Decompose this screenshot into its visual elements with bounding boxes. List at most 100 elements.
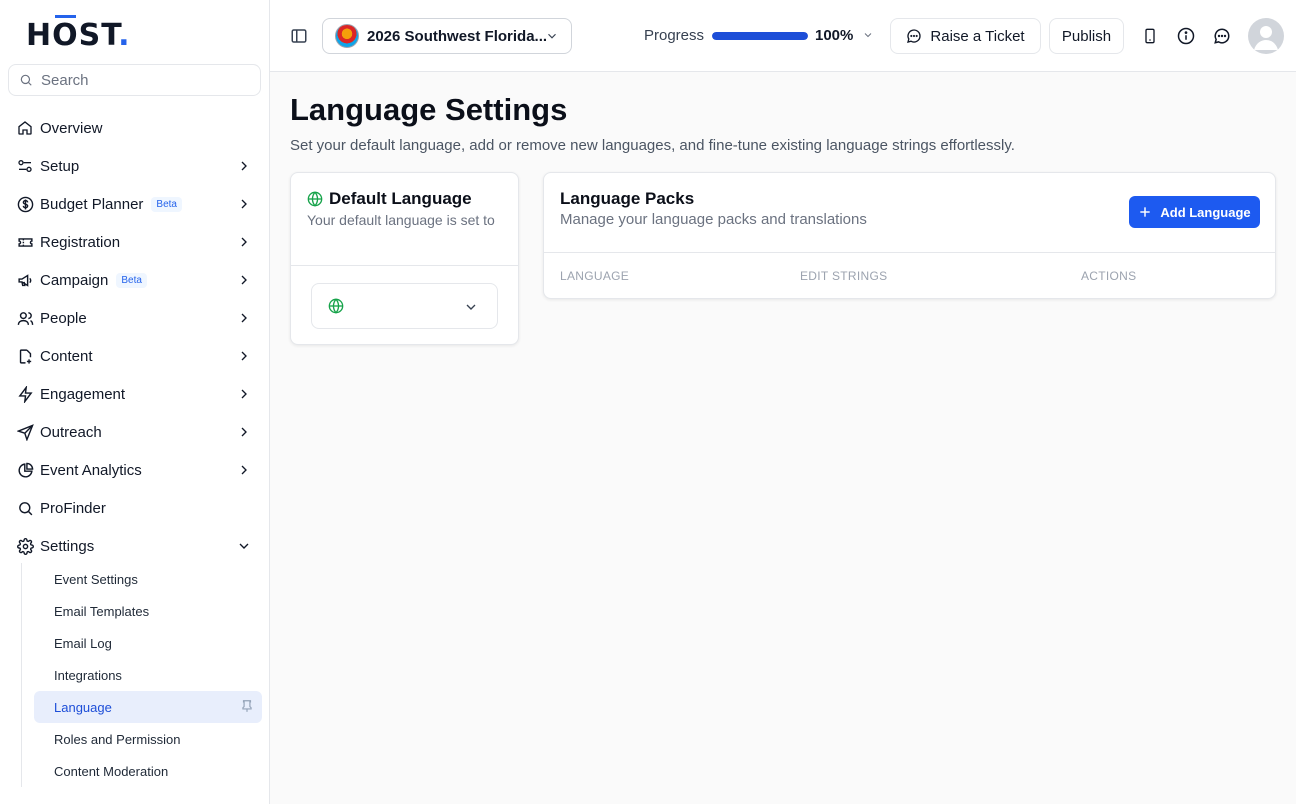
user-avatar[interactable] <box>1248 18 1284 54</box>
sidebar-item-label: Event Analytics <box>40 461 142 479</box>
chevron-down-icon[interactable] <box>862 29 874 41</box>
page-title: Language Settings <box>290 92 568 127</box>
progress-label: Progress <box>644 27 705 44</box>
chevron-right-icon <box>241 389 247 399</box>
sidebar-item-label: People <box>40 309 87 327</box>
beta-badge: Beta <box>151 196 182 212</box>
sidebar-item-label: Budget Planner <box>40 195 144 213</box>
add-language-button[interactable]: Add Language <box>1129 196 1260 228</box>
mobile-preview-icon[interactable] <box>1140 26 1160 46</box>
sidebar-item-label: Campaign <box>40 271 109 289</box>
search-icon <box>20 74 32 86</box>
subnav-item-email-log[interactable]: Email Log <box>34 627 262 659</box>
user-icon <box>1254 26 1278 50</box>
search-input[interactable] <box>41 71 241 89</box>
sidebar-item-setup[interactable]: Setup <box>0 147 270 185</box>
chevron-down-icon <box>548 33 556 39</box>
pie-chart-icon <box>16 461 34 479</box>
pin-icon[interactable] <box>240 699 254 713</box>
subnav-item-content-moderation[interactable]: Content Moderation <box>34 755 262 787</box>
sliders-icon <box>16 157 34 175</box>
event-logo <box>335 24 359 48</box>
chevron-right-icon <box>241 199 247 209</box>
subnav-item-language[interactable]: Language <box>34 691 262 723</box>
search-icon <box>16 499 34 517</box>
page-subtitle: Set your default language, add or remove… <box>290 137 1015 154</box>
chevron-right-icon <box>241 351 247 361</box>
column-header-language: LANGUAGE <box>560 269 630 283</box>
sidebar-item-registration[interactable]: Registration <box>0 223 270 261</box>
chevron-right-icon <box>241 465 247 475</box>
ticket-icon <box>16 233 34 251</box>
megaphone-icon <box>16 271 34 289</box>
search-box[interactable] <box>8 64 261 96</box>
raise-ticket-label: Raise a Ticket <box>930 27 1025 45</box>
sidebar-item-profinder[interactable]: ProFinder <box>0 489 270 527</box>
host-logo[interactable]: HOST. <box>26 18 131 53</box>
default-language-description: Your default language is set to <box>307 212 495 228</box>
globe-icon <box>328 298 344 314</box>
chevron-right-icon <box>241 237 247 247</box>
sidebar-item-label: Overview <box>40 119 103 137</box>
chevron-down-icon <box>466 304 476 310</box>
plus-icon <box>1140 207 1151 217</box>
sidebar-item-overview[interactable]: Overview <box>0 109 270 147</box>
sidebar-item-label: ProFinder <box>40 499 106 517</box>
raise-ticket-button[interactable]: Raise a Ticket <box>890 18 1041 54</box>
language-packs-card: Language Packs Manage your language pack… <box>543 172 1276 299</box>
top-bar: 2026 Southwest Florida... Progress 100% … <box>270 0 1296 72</box>
default-language-title: Default Language <box>329 189 472 208</box>
sidebar-item-label: Engagement <box>40 385 126 403</box>
logo-dot: . <box>118 18 131 53</box>
sidebar-item-settings[interactable]: Settings <box>0 527 270 565</box>
default-language-card: Default Language Your default language i… <box>290 172 519 345</box>
sidebar-item-label: Settings <box>40 537 95 555</box>
chevron-down-icon <box>239 543 249 549</box>
sidebar-item-label: Content <box>40 347 93 365</box>
language-packs-title: Language Packs <box>560 189 695 208</box>
sidebar-toggle-icon[interactable] <box>290 27 308 45</box>
sidebar-item-outreach[interactable]: Outreach <box>0 413 270 451</box>
sidebar-item-people[interactable]: People <box>0 299 270 337</box>
settings-subnav: Event Settings Email Templates Email Log… <box>21 563 262 787</box>
subnav-item-integrations[interactable]: Integrations <box>34 659 262 691</box>
subnav-item-label: Language <box>54 699 112 715</box>
sidebar-item-content[interactable]: Content <box>0 337 270 375</box>
send-icon <box>16 423 34 441</box>
sidebar-item-campaign[interactable]: Campaign Beta <box>0 261 270 299</box>
event-selector[interactable]: 2026 Southwest Florida... <box>322 18 572 54</box>
gear-icon <box>16 537 34 555</box>
sidebar-item-label: Setup <box>40 157 80 175</box>
sidebar-item-engagement[interactable]: Engagement <box>0 375 270 413</box>
globe-icon <box>307 191 323 207</box>
divider <box>291 265 518 266</box>
chat-icon[interactable] <box>1212 26 1232 46</box>
subnav-item-event-settings[interactable]: Event Settings <box>34 563 262 595</box>
chevron-right-icon <box>241 161 247 171</box>
sidebar-item-event-analytics[interactable]: Event Analytics <box>0 451 270 489</box>
publish-button[interactable]: Publish <box>1049 18 1124 54</box>
sidebar-item-budget-planner[interactable]: Budget Planner Beta <box>0 185 270 223</box>
dollar-icon <box>16 195 34 213</box>
default-language-heading: Default Language <box>307 189 472 209</box>
add-language-label: Add Language <box>1160 204 1251 220</box>
sidebar-item-label: Outreach <box>40 423 102 441</box>
column-header-edit-strings: EDIT STRINGS <box>800 269 888 283</box>
home-icon <box>16 119 34 137</box>
info-icon[interactable] <box>1176 26 1196 46</box>
bolt-icon <box>16 385 34 403</box>
sidebar: HOST. Overview Setup Budget Planner Beta… <box>0 0 270 804</box>
users-icon <box>16 309 34 327</box>
default-language-select[interactable] <box>311 283 498 329</box>
progress-fill <box>712 32 808 40</box>
sidebar-item-label: Registration <box>40 233 121 251</box>
chevron-right-icon <box>241 275 247 285</box>
subnav-item-roles-permission[interactable]: Roles and Permission <box>34 723 262 755</box>
language-packs-subtitle: Manage your language packs and translati… <box>560 211 867 228</box>
logo-o: O <box>52 18 79 53</box>
subnav-item-email-templates[interactable]: Email Templates <box>34 595 262 627</box>
message-circle-icon <box>907 29 922 43</box>
column-header-actions: ACTIONS <box>1081 269 1137 283</box>
file-icon <box>16 347 34 365</box>
beta-badge: Beta <box>116 272 147 288</box>
